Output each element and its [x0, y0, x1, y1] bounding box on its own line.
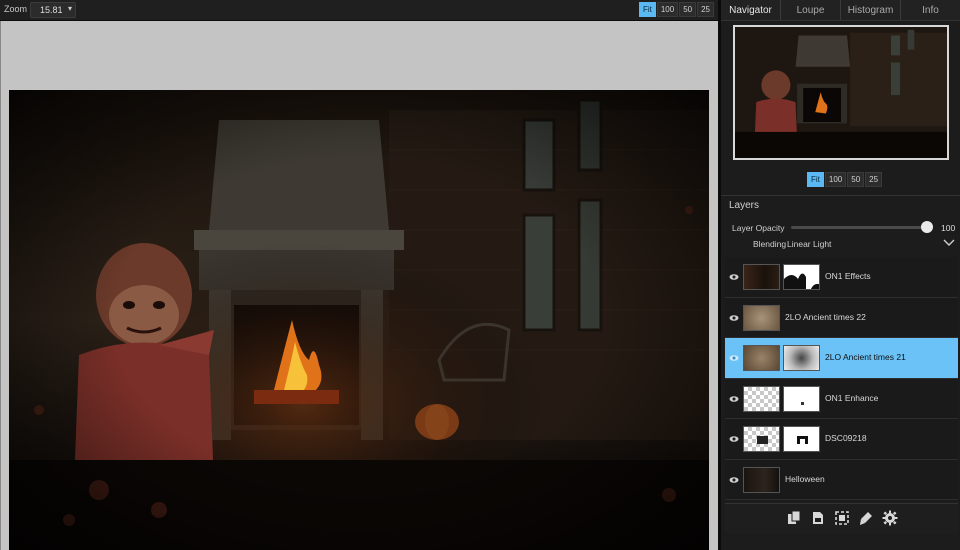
panel-tabs: Navigator Loupe Histogram Info — [721, 0, 960, 21]
layer-actions-bar — [725, 503, 958, 533]
haunted-room-image — [9, 90, 709, 550]
nav-fit-button[interactable]: Fit — [807, 172, 824, 187]
zoom-50-button[interactable]: 50 — [679, 2, 697, 17]
tab-histogram[interactable]: Histogram — [841, 0, 901, 20]
layer-name: ON1 Effects — [825, 271, 871, 281]
layer-name: Helloween — [785, 473, 825, 484]
navigator-preview[interactable] — [733, 25, 949, 160]
zoom-value: 15.81 — [40, 5, 63, 15]
layer-row[interactable]: DSC09218 — [725, 419, 958, 460]
tab-info[interactable]: Info — [901, 0, 960, 20]
blending-label: Blending — [753, 239, 787, 249]
chevron-down-icon[interactable] — [943, 238, 955, 248]
zoom-25-button[interactable]: 25 — [697, 2, 714, 17]
layers-divider — [721, 195, 960, 196]
layer-name: 2LO Ancient times 22 — [785, 311, 866, 322]
layer-row[interactable]: 2LO Ancient times 21 — [725, 338, 958, 379]
zoom-dropdown[interactable]: 15.81 ▾ — [30, 2, 76, 18]
layer-mask-thumbnail — [783, 264, 820, 290]
nav-100-button[interactable]: 100 — [824, 172, 847, 187]
navigator-zoom-buttons: Fit 100 50 25 — [807, 172, 883, 187]
layer-row[interactable]: 2LO Ancient times 22 — [725, 298, 958, 338]
zoom-label: Zoom — [4, 4, 28, 14]
layer-opacity-value: 100 — [941, 223, 956, 233]
edited-photo[interactable] — [9, 90, 709, 550]
tab-navigator[interactable]: Navigator — [721, 0, 781, 20]
eye-icon[interactable] — [729, 434, 739, 444]
eye-icon[interactable] — [729, 313, 739, 323]
layer-thumbnail — [743, 426, 780, 452]
layer-mask-thumbnail — [783, 345, 820, 371]
layer-mask-thumbnail — [783, 426, 820, 452]
zoom-preset-buttons: Fit 100 50 25 — [638, 2, 714, 17]
layer-row[interactable]: Helloween — [725, 460, 958, 500]
photo-editor-window: Zoom 15.81 ▾ Fit 100 50 25 Navigator Lou… — [0, 0, 960, 550]
layer-opacity-label: Layer Opacity — [732, 223, 785, 233]
layer-mask-thumbnail — [783, 385, 820, 412]
layer-thumbnail — [743, 385, 780, 412]
layer-opacity-slider-handle[interactable] — [921, 221, 933, 233]
right-panel: Navigator Loupe Histogram Info Fit 100 5… — [718, 0, 960, 550]
duplicate-layer-icon[interactable] — [786, 510, 802, 526]
layer-row[interactable]: ON1 Enhance — [725, 379, 958, 419]
layer-name: 2LO Ancient times 21 — [825, 352, 906, 362]
layer-thumbnail — [743, 466, 780, 493]
layer-name: DSC09218 — [825, 433, 867, 443]
navigator-thumbnail-image — [735, 27, 947, 158]
zoom-100-button[interactable]: 100 — [656, 2, 679, 17]
eye-icon[interactable] — [729, 475, 739, 485]
blending-mode-dropdown[interactable]: Linear Light — [787, 239, 831, 249]
layer-opacity-slider[interactable] — [791, 226, 929, 229]
eye-icon[interactable] — [729, 394, 739, 404]
layers-title: Layers — [729, 200, 760, 211]
brush-icon[interactable] — [858, 510, 874, 526]
layer-thumbnail — [743, 304, 780, 331]
image-canvas[interactable] — [0, 21, 718, 550]
tab-loupe[interactable]: Loupe — [781, 0, 841, 20]
nav-25-button[interactable]: 25 — [865, 172, 883, 187]
mask-icon[interactable] — [834, 510, 850, 526]
eye-icon[interactable] — [729, 353, 739, 363]
layer-list: ON1 Effects 2LO Ancient times 22 2LO Anc… — [725, 257, 958, 501]
settings-gear-icon[interactable] — [882, 510, 898, 526]
eye-icon[interactable] — [729, 272, 739, 282]
layer-thumbnail — [743, 345, 780, 371]
layer-row[interactable]: ON1 Effects — [725, 257, 958, 298]
layer-thumbnail — [743, 264, 780, 290]
layer-name: ON1 Enhance — [825, 392, 879, 403]
new-layer-icon[interactable] — [810, 510, 826, 526]
zoom-fit-button[interactable]: Fit — [638, 2, 656, 17]
chevron-down-icon: ▾ — [67, 4, 72, 13]
nav-50-button[interactable]: 50 — [847, 172, 865, 187]
top-toolbar: Zoom 15.81 ▾ Fit 100 50 25 — [0, 0, 718, 21]
